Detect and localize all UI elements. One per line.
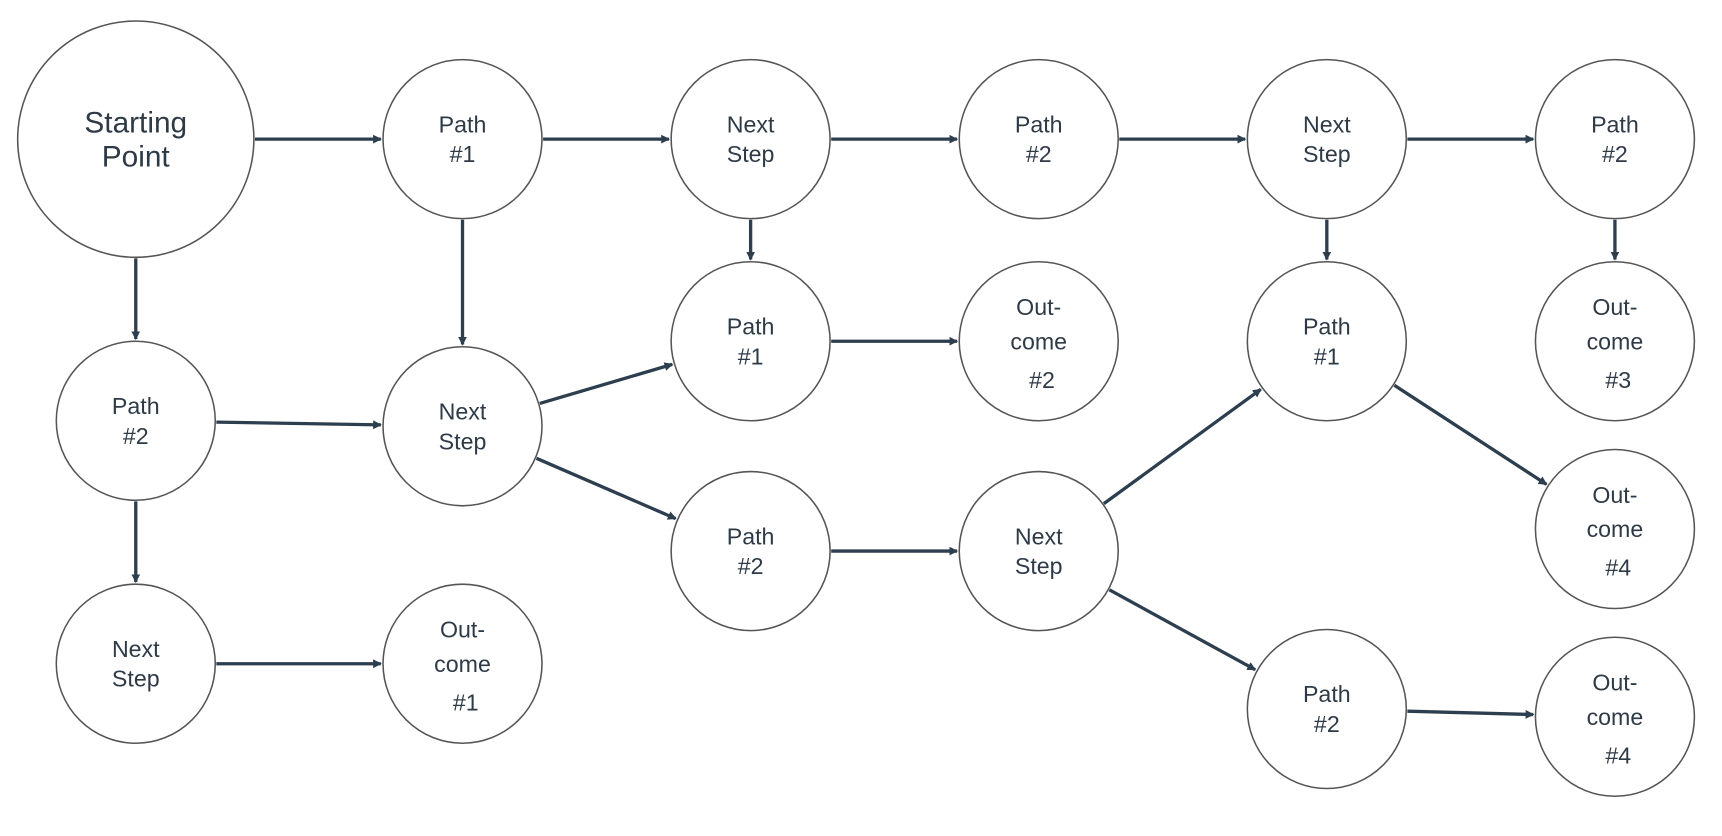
- node-p: Out-come #4: [1534, 448, 1696, 610]
- node-label-line: Out-: [1016, 294, 1061, 320]
- node-label-line: #2: [1026, 141, 1052, 167]
- node-label-line: #1: [1314, 343, 1340, 369]
- node-label-line: #4: [1605, 555, 1631, 581]
- node-c: Path #2: [958, 58, 1119, 220]
- node-e: Path #2: [1534, 58, 1696, 220]
- node-label-line: Next: [439, 398, 487, 424]
- node-label-line: Path: [1303, 313, 1351, 339]
- node-q: Path #2: [1246, 628, 1408, 790]
- node-label-line: Step: [112, 666, 160, 692]
- node-label-line: Path: [1303, 681, 1351, 707]
- node-label-line: come: [434, 651, 491, 677]
- node-g: Next Step: [382, 345, 543, 507]
- node-j: Path #1: [670, 260, 831, 422]
- node-label-line: Path: [1591, 111, 1639, 137]
- node-label-line: #2: [1314, 711, 1340, 737]
- node-h: Next Step: [55, 583, 217, 745]
- node-label-line: Out-: [440, 617, 485, 643]
- node-label-line: come: [1010, 328, 1067, 354]
- node-label-line: #1: [453, 689, 479, 715]
- flow-diagram: StartingPoint Path #1 Next Step Path #2 Next Ste…: [16, 20, 1696, 798]
- node-label-line: Next: [1303, 111, 1351, 137]
- node-label-line: Path: [112, 393, 160, 419]
- arrow-g-to-j: [539, 362, 674, 406]
- node-circle: [958, 58, 1119, 220]
- node-circle: [55, 340, 217, 502]
- node-circle: [1246, 260, 1408, 422]
- node-o: Out-come #3: [1534, 260, 1696, 422]
- node-label-line: Path: [439, 111, 487, 137]
- node-label-line: #4: [1605, 742, 1631, 768]
- arrow-f-to-g: [216, 420, 382, 430]
- node-circle: [382, 58, 543, 220]
- node-label-line: Step: [727, 141, 775, 167]
- node-k: Out-come #2: [958, 260, 1119, 422]
- node-label-line: Point: [102, 141, 171, 174]
- node-label-line: Starting: [84, 106, 187, 139]
- node-label-line: #1: [738, 343, 764, 369]
- node-circle: [382, 345, 543, 507]
- node-label-line: Out-: [1592, 670, 1637, 696]
- node-circle: [1246, 58, 1408, 220]
- arrow-m-to-n: [1102, 388, 1262, 505]
- arrow-q-to-r: [1407, 709, 1535, 719]
- node-circle: [55, 583, 217, 745]
- node-label-line: Out-: [1592, 294, 1637, 320]
- node-f: Path #2: [55, 340, 217, 502]
- node-label-line: #3: [1605, 367, 1631, 393]
- node-label-line: #1: [450, 141, 476, 167]
- arrow-g-to-l: [535, 456, 677, 521]
- node-label-line: Next: [112, 636, 160, 662]
- node-circle: [670, 470, 831, 632]
- node-start: StartingPoint: [16, 20, 255, 259]
- node-label-line: come: [1587, 704, 1644, 730]
- node-circle: [670, 58, 831, 220]
- node-label-line: Step: [439, 428, 487, 454]
- node-circle: [958, 470, 1119, 632]
- node-label-line: Step: [1015, 553, 1063, 579]
- node-d: Next Step: [1246, 58, 1408, 220]
- node-label-line: Step: [1303, 141, 1351, 167]
- node-m: Next Step: [958, 470, 1119, 632]
- node-label-line: #2: [1602, 141, 1628, 167]
- node-label-line: #2: [123, 423, 149, 449]
- node-l: Path #2: [670, 470, 831, 632]
- node-circle: [1246, 628, 1408, 790]
- node-label-line: #2: [738, 553, 764, 579]
- node-i: Out-come #1: [382, 583, 543, 745]
- node-label-line: come: [1587, 328, 1644, 354]
- node-label-line: Next: [727, 111, 775, 137]
- node-label-line: #2: [1029, 367, 1055, 393]
- node-label-line: Out-: [1592, 482, 1637, 508]
- node-circle: [670, 260, 831, 422]
- node-b: Next Step: [670, 58, 831, 220]
- arrow-m-to-q: [1108, 588, 1257, 672]
- node-label-line: Path: [727, 313, 775, 339]
- node-label-line: Next: [1015, 523, 1063, 549]
- node-label-line: Path: [727, 523, 775, 549]
- node-circle: [1534, 58, 1696, 220]
- node-r: Out-come #4: [1534, 636, 1696, 798]
- node-label-line: Path: [1015, 111, 1063, 137]
- node-label-line: come: [1587, 516, 1644, 542]
- node-a: Path #1: [382, 58, 543, 220]
- node-n: Path #1: [1246, 260, 1408, 422]
- arrow-n-to-p: [1393, 383, 1548, 486]
